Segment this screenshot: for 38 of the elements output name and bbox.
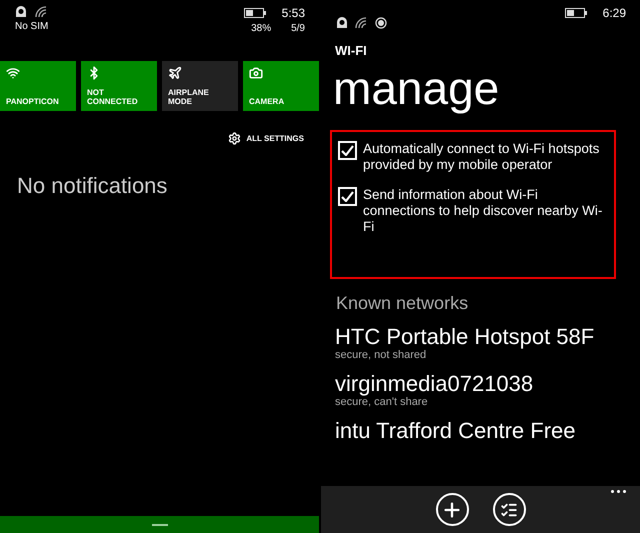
network-status: secure, can't share: [335, 396, 429, 408]
checkbox[interactable]: [338, 141, 357, 160]
network-status: secure, not shared: [335, 349, 428, 361]
battery-percent: 38%: [251, 23, 272, 34]
section-heading: Known networks: [335, 292, 470, 314]
quick-action-tile[interactable]: PANOPTICON: [0, 61, 76, 111]
network-name[interactable]: virginmedia0721038: [335, 371, 640, 396]
battery-icon: [564, 8, 587, 18]
action-center-handle-bar[interactable]: [0, 516, 319, 533]
sync-icon: [15, 6, 27, 18]
wifi-signal-icon: [35, 6, 48, 18]
battery-icon: [244, 8, 266, 18]
option-label: Automatically connect to Wi-Fi hotspots provided by my mobile operator: [363, 141, 600, 173]
carrier-text: No SIM: [15, 21, 48, 32]
clock-text: 6:29: [602, 6, 626, 20]
quick-action-tile[interactable]: AIRPLANE MODE: [162, 61, 238, 111]
record-icon: [375, 17, 387, 29]
settings-icon: [228, 132, 242, 145]
network-name[interactable]: HTC Portable Hotspot 58F: [335, 324, 640, 349]
wifi-icon: [6, 66, 20, 80]
clock-text: 5:53: [282, 6, 305, 20]
airplane-icon: [168, 66, 182, 80]
empty-notifications-text: No notifications: [16, 172, 168, 199]
add-button[interactable]: [436, 493, 468, 526]
network-name[interactable]: intu Trafford Centre Free: [335, 418, 640, 443]
option-label: Send information about Wi-Fi connections to help discover nearby Wi-Fi: [363, 187, 604, 235]
checkbox[interactable]: [338, 187, 357, 206]
page-title: manage: [332, 61, 500, 114]
sync-icon: [336, 17, 348, 29]
wifi-signal-icon: [355, 17, 368, 29]
quick-action-tile[interactable]: NOT CONNECTED: [81, 61, 157, 111]
quick-action-tile[interactable]: CAMERA: [243, 61, 319, 111]
all-settings-link[interactable]: ALL SETTINGS: [246, 134, 304, 143]
more-button[interactable]: [611, 490, 626, 493]
camera-icon: [249, 66, 263, 80]
date-text: 5/9: [291, 23, 305, 34]
list-button[interactable]: [492, 493, 526, 526]
app-title: WI-FI: [334, 42, 368, 58]
